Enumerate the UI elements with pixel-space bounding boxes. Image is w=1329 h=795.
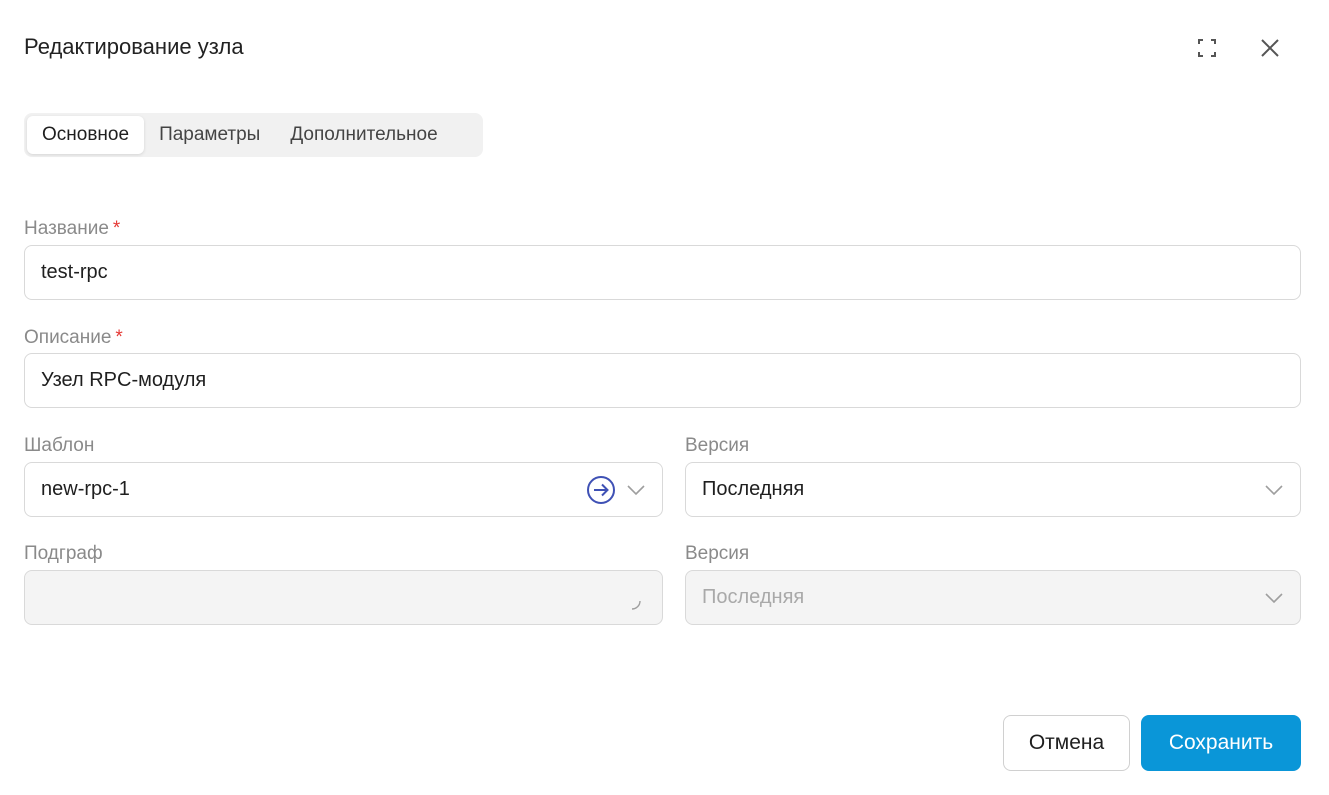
name-label: Название * bbox=[24, 218, 120, 240]
chevron-down-icon[interactable] bbox=[626, 480, 646, 500]
description-label: Описание * bbox=[24, 327, 123, 349]
close-icon[interactable] bbox=[1258, 36, 1282, 60]
cancel-button[interactable]: Отмена bbox=[1003, 715, 1130, 771]
name-input[interactable] bbox=[41, 261, 1284, 284]
template-label: Шаблон bbox=[24, 435, 95, 456]
subgraph-version-label: Версия bbox=[685, 543, 750, 564]
tab-additional[interactable]: Дополнительное bbox=[275, 116, 452, 154]
tab-main[interactable]: Основное bbox=[27, 116, 145, 154]
dialog-title: Редактирование узла bbox=[24, 34, 244, 59]
template-value: new-rpc-1 bbox=[41, 478, 130, 500]
save-button[interactable]: Сохранить bbox=[1141, 715, 1301, 771]
name-field[interactable] bbox=[24, 245, 1301, 300]
tab-bar: Основное Параметры Дополнительное bbox=[24, 113, 483, 157]
tab-parameters[interactable]: Параметры bbox=[144, 116, 275, 154]
fullscreen-icon[interactable] bbox=[1195, 36, 1219, 60]
description-input[interactable] bbox=[41, 369, 1284, 392]
template-select[interactable]: new-rpc-1 bbox=[24, 462, 663, 517]
subgraph-label: Подграф bbox=[24, 543, 103, 564]
subgraph-version-value: Последняя bbox=[702, 586, 805, 608]
description-label-text: Описание bbox=[24, 327, 112, 348]
template-version-value: Последняя bbox=[702, 478, 805, 500]
subgraph-version-select: Последняя bbox=[685, 570, 1301, 625]
subgraph-select bbox=[24, 570, 663, 625]
required-mark: * bbox=[112, 218, 121, 239]
edit-node-dialog: Редактирование узла Основное Параметры Д… bbox=[0, 0, 1329, 795]
description-field[interactable] bbox=[24, 353, 1301, 408]
required-mark: * bbox=[115, 327, 123, 348]
name-label-text: Название bbox=[24, 218, 109, 239]
spinner-icon bbox=[626, 595, 646, 615]
arrow-right-circle-icon[interactable] bbox=[586, 475, 616, 505]
template-version-select[interactable]: Последняя bbox=[685, 462, 1301, 517]
chevron-down-icon[interactable] bbox=[1264, 480, 1284, 500]
template-version-label: Версия bbox=[685, 435, 750, 456]
chevron-down-icon bbox=[1264, 588, 1284, 608]
